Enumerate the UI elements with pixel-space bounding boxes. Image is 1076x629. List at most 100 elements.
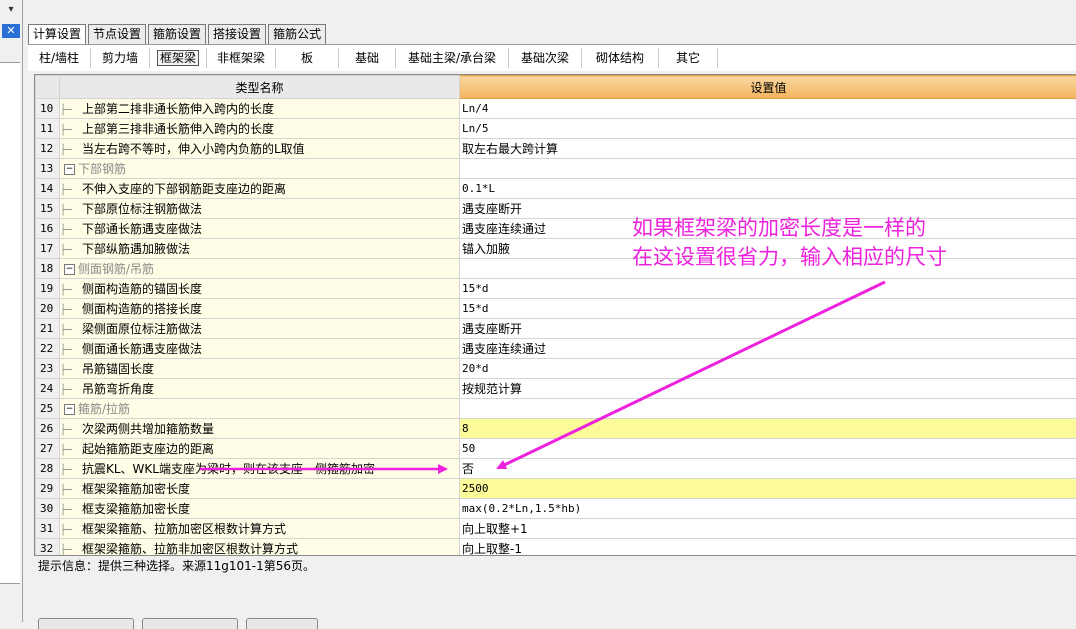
table-row[interactable]: 10├─上部第二排非通长筋伸入跨内的长度Ln/4: [36, 99, 1076, 119]
subtab-non-frame-beam[interactable]: 非框架梁: [207, 48, 276, 68]
cell-value-text: 0.1*L: [462, 182, 495, 195]
row-value-cell[interactable]: 否: [460, 459, 1076, 479]
row-name-cell: ├─侧面构造筋的搭接长度: [60, 299, 460, 319]
table-row[interactable]: 22├─侧面通长筋遇支座做法遇支座连续通过: [36, 339, 1076, 359]
table-row[interactable]: 29├─框架梁箍筋加密长度2500: [36, 479, 1076, 499]
row-name: 框架梁箍筋加密长度: [82, 482, 190, 496]
row-name: 箍筋/拉筋: [78, 402, 130, 416]
table-row[interactable]: 27├─起始箍筋距支座边的距离50: [36, 439, 1076, 459]
subtab-other[interactable]: 其它: [659, 48, 718, 68]
row-value-cell[interactable]: 遇支座连续通过: [460, 339, 1076, 359]
cell-value-text: 20*d: [462, 362, 489, 375]
table-row[interactable]: 31├─框架梁箍筋、拉筋加密区根数计算方式向上取整+1: [36, 519, 1076, 539]
table-row[interactable]: 26├─次梁两侧共增加箍筋数量8: [36, 419, 1076, 439]
table-row[interactable]: 24├─吊筋弯折角度按规范计算: [36, 379, 1076, 399]
row-number: 12: [36, 139, 60, 159]
table-row[interactable]: 12├─当左右跨不等时，伸入小跨内负筋的L取值取左右最大跨计算: [36, 139, 1076, 159]
annotation-line: 在这设置很省力，输入相应的尺寸: [632, 243, 947, 272]
subtab-label: 剪力墙: [102, 51, 138, 65]
row-name: 当左右跨不等时，伸入小跨内负筋的L取值: [82, 142, 305, 156]
tree-connector-icon: ├─: [60, 325, 82, 336]
row-name: 下部原位标注钢筋做法: [82, 202, 202, 216]
row-value-cell[interactable]: 取左右最大跨计算: [460, 139, 1076, 159]
table-row[interactable]: 11├─上部第三排非通长筋伸入跨内的长度Ln/5: [36, 119, 1076, 139]
subtab-masonry[interactable]: 砌体结构: [582, 48, 659, 68]
table-row[interactable]: 19├─侧面构造筋的锚固长度15*d: [36, 279, 1076, 299]
left-panel-list[interactable]: [0, 62, 20, 584]
row-name-cell: ├─上部第二排非通长筋伸入跨内的长度: [60, 99, 460, 119]
tab-lap-settings[interactable]: 搭接设置: [208, 24, 266, 44]
sub-tab-bar: 柱/墙柱 剪力墙 框架梁 非框架梁 板 基础 基础主梁/承台梁 基础次梁 砌体结…: [28, 44, 1076, 71]
settings-panel: 计算设置 节点设置 箍筋设置 搭接设置 箍筋公式 柱/墙柱 剪力墙 框架梁 非框…: [28, 22, 1076, 622]
row-value-cell[interactable]: 8: [460, 419, 1076, 439]
table-row[interactable]: 28├─抗震KL、WKL端支座为梁时，则在该支座一侧箍筋加密否: [36, 459, 1076, 479]
row-name-cell: ├─起始箍筋距支座边的距离: [60, 439, 460, 459]
bottom-button[interactable]: [246, 618, 318, 629]
dropdown-icon[interactable]: ▾: [0, 0, 22, 20]
tree-connector-icon: ├─: [60, 225, 82, 236]
tree-connector-icon: ├─: [60, 125, 82, 136]
row-name: 下部纵筋遇加腋做法: [82, 242, 190, 256]
bottom-button[interactable]: [38, 618, 134, 629]
row-value-cell[interactable]: 15*d: [460, 299, 1076, 319]
settings-grid[interactable]: 类型名称 设置值 10├─上部第二排非通长筋伸入跨内的长度Ln/411├─上部第…: [34, 74, 1076, 556]
bottom-button[interactable]: [142, 618, 238, 629]
row-value-cell[interactable]: 按规范计算: [460, 379, 1076, 399]
subtab-label: 框架梁: [157, 50, 199, 66]
row-value-cell[interactable]: 遇支座断开: [460, 319, 1076, 339]
table-row[interactable]: 30├─框支梁箍筋加密长度max(0.2*Ln,1.5*hb): [36, 499, 1076, 519]
row-value-cell[interactable]: max(0.2*Ln,1.5*hb): [460, 499, 1076, 519]
tab-node-settings[interactable]: 节点设置: [88, 24, 146, 44]
row-value-cell[interactable]: 向上取整+1: [460, 519, 1076, 539]
row-value-cell[interactable]: Ln/5: [460, 119, 1076, 139]
row-value-cell[interactable]: [460, 399, 1076, 419]
table-row[interactable]: 21├─梁侧面原位标注筋做法遇支座断开: [36, 319, 1076, 339]
row-name: 吊筋弯折角度: [82, 382, 154, 396]
subtab-foundation[interactable]: 基础: [339, 48, 396, 68]
tab-calc-settings[interactable]: 计算设置: [28, 24, 86, 45]
row-name-cell: ├─不伸入支座的下部钢筋距支座边的距离: [60, 179, 460, 199]
row-value-cell[interactable]: 向上取整-1: [460, 539, 1076, 557]
row-value-cell[interactable]: 20*d: [460, 359, 1076, 379]
table-row[interactable]: 20├─侧面构造筋的搭接长度15*d: [36, 299, 1076, 319]
cell-value-text: 遇支座连续通过: [462, 222, 546, 236]
collapse-icon[interactable]: −: [64, 404, 75, 415]
row-value-cell[interactable]: Ln/4: [460, 99, 1076, 119]
header-type-name: 类型名称: [60, 76, 460, 99]
row-value-cell[interactable]: 2500: [460, 479, 1076, 499]
subtab-slab[interactable]: 板: [276, 48, 339, 68]
cell-value-text: max(0.2*Ln,1.5*hb): [462, 502, 581, 515]
group-row[interactable]: 13−下部钢筋: [36, 159, 1076, 179]
subtab-shear-wall[interactable]: 剪力墙: [91, 48, 150, 68]
group-row[interactable]: 25−箍筋/拉筋: [36, 399, 1076, 419]
table-row[interactable]: 14├─不伸入支座的下部钢筋距支座边的距离0.1*L: [36, 179, 1076, 199]
close-icon[interactable]: ✕: [2, 24, 20, 38]
subtab-frame-beam[interactable]: 框架梁: [150, 48, 207, 68]
cell-value-text: 遇支座连续通过: [462, 342, 546, 356]
row-number: 16: [36, 219, 60, 239]
header-rownum: [36, 76, 60, 99]
row-name: 框支梁箍筋加密长度: [82, 502, 190, 516]
subtab-foundation-secondary-beam[interactable]: 基础次梁: [509, 48, 582, 68]
collapse-icon[interactable]: −: [64, 164, 75, 175]
subtab-label: 柱/墙柱: [39, 51, 79, 65]
table-row[interactable]: 32├─框架梁箍筋、拉筋非加密区根数计算方式向上取整-1: [36, 539, 1076, 557]
tab-stirrup-settings[interactable]: 箍筋设置: [148, 24, 206, 44]
tab-stirrup-formula[interactable]: 箍筋公式: [268, 24, 326, 44]
row-name: 侧面钢筋/吊筋: [78, 262, 154, 276]
row-value-cell[interactable]: 15*d: [460, 279, 1076, 299]
row-name-cell: ├─吊筋弯折角度: [60, 379, 460, 399]
collapse-icon[interactable]: −: [64, 264, 75, 275]
row-value-cell[interactable]: [460, 159, 1076, 179]
row-value-cell[interactable]: 0.1*L: [460, 179, 1076, 199]
table-row[interactable]: 23├─吊筋锚固长度20*d: [36, 359, 1076, 379]
subtab-column[interactable]: 柱/墙柱: [28, 48, 91, 68]
subtab-foundation-main-beam[interactable]: 基础主梁/承台梁: [396, 48, 509, 68]
row-value-cell[interactable]: 50: [460, 439, 1076, 459]
row-number: 21: [36, 319, 60, 339]
row-number: 22: [36, 339, 60, 359]
row-number: 26: [36, 419, 60, 439]
row-name: 次梁两侧共增加箍筋数量: [82, 422, 214, 436]
row-number: 25: [36, 399, 60, 419]
cell-value-text: 向上取整-1: [462, 542, 522, 556]
